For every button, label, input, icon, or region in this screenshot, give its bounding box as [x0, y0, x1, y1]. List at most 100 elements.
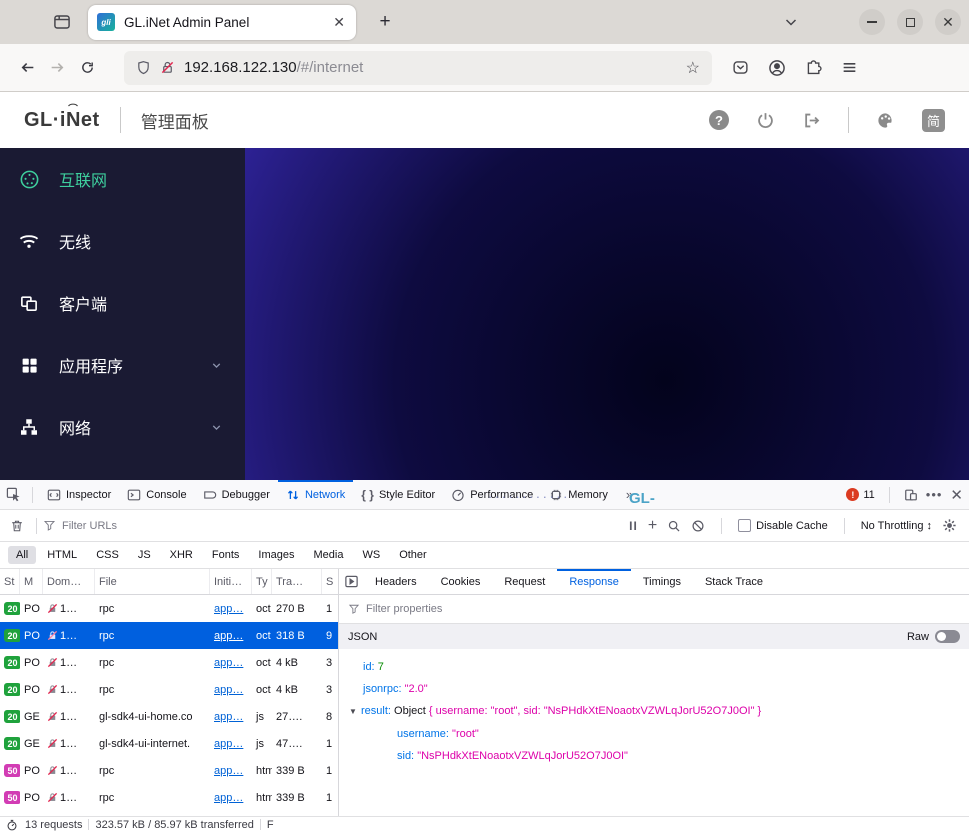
request-count[interactable]: 13 requests: [25, 819, 82, 831]
type-filter-css[interactable]: CSS: [88, 546, 127, 564]
sidebar-item-clients[interactable]: 客户端: [0, 272, 245, 334]
throttling-select[interactable]: No Throttling ↕: [861, 520, 932, 532]
initiator-link[interactable]: app…: [214, 792, 243, 804]
tab-debugger[interactable]: Debugger: [195, 480, 278, 509]
type-filter-other[interactable]: Other: [391, 546, 435, 564]
sidebar-item-internet[interactable]: 互联网: [0, 148, 245, 210]
transferred-cell: 4 kB: [276, 683, 299, 696]
table-row-selected[interactable]: 20 PO 1… rpc app… oct 318 B 9: [0, 622, 338, 649]
col-method[interactable]: M: [20, 569, 43, 594]
tab-network[interactable]: Network: [277, 480, 354, 509]
table-row[interactable]: 20 PO 1… rpc app… oct 4 kB 3: [0, 676, 338, 703]
col-type[interactable]: Ty: [252, 569, 272, 594]
tab-style-editor[interactable]: { } Style Editor: [353, 480, 443, 509]
initiator-link[interactable]: app…: [214, 738, 243, 750]
logout-icon[interactable]: [802, 111, 821, 130]
tab-console[interactable]: Console: [119, 480, 194, 509]
insecure-lock-icon: [47, 738, 58, 749]
initiator-link[interactable]: app…: [214, 603, 243, 615]
disable-cache-checkbox[interactable]: [738, 519, 752, 532]
col-file[interactable]: File: [95, 569, 210, 594]
tab-close-icon[interactable]: ✕: [331, 14, 347, 31]
filter-urls-input[interactable]: Filter URLs: [62, 520, 117, 532]
type-filter-media[interactable]: Media: [305, 546, 351, 564]
col-domain[interactable]: Dom…: [43, 569, 95, 594]
maximize-button[interactable]: [897, 9, 923, 35]
initiator-link[interactable]: app…: [214, 684, 243, 696]
insecure-lock-icon[interactable]: [160, 60, 175, 75]
type-filter-html[interactable]: HTML: [39, 546, 85, 564]
transferred-summary[interactable]: 323.57 kB / 85.97 kB transferred: [95, 819, 253, 831]
responsive-mode-icon[interactable]: [904, 488, 918, 502]
twisty-expanded-icon[interactable]: ▼: [349, 701, 361, 723]
url-bar[interactable]: 192.168.122.130/#/internet ☆: [124, 50, 712, 85]
reload-button[interactable]: [72, 53, 102, 83]
list-tabs-icon[interactable]: [783, 14, 799, 30]
forward-button[interactable]: [42, 53, 72, 83]
devtools-close-icon[interactable]: ✕: [950, 486, 963, 504]
table-row[interactable]: 20 PO 1… rpc app… oct 4 kB 3: [0, 649, 338, 676]
json-section-header[interactable]: JSON Raw: [339, 624, 969, 649]
shield-icon[interactable]: [136, 60, 151, 75]
error-count-badge[interactable]: ! 11: [846, 488, 875, 501]
raw-toggle[interactable]: [935, 630, 960, 643]
tab-headers[interactable]: Headers: [363, 569, 429, 594]
sidebar-item-wireless[interactable]: 无线: [0, 210, 245, 272]
clear-requests-trash-icon[interactable]: [4, 510, 30, 541]
theme-palette-icon[interactable]: [876, 111, 895, 130]
initiator-link[interactable]: app…: [214, 711, 243, 723]
menu-hamburger-icon[interactable]: [841, 59, 858, 76]
pause-icon[interactable]: II: [629, 519, 638, 533]
sidebar-item-network[interactable]: 网络: [0, 396, 245, 458]
reboot-power-icon[interactable]: [756, 111, 775, 130]
table-row[interactable]: 50 PO 1… rpc app… htm 339 B 1: [0, 784, 338, 811]
filter-properties-input[interactable]: Filter properties: [366, 603, 442, 615]
stream-play-icon[interactable]: [344, 574, 359, 589]
type-filter-xhr[interactable]: XHR: [162, 546, 201, 564]
throttling-label: No Throttling: [860, 519, 924, 532]
tab-stack-trace[interactable]: Stack Trace: [693, 569, 775, 594]
pocket-icon[interactable]: [732, 59, 749, 76]
col-size[interactable]: S: [322, 569, 338, 594]
table-row[interactable]: 20 GE 1… gl-sdk4-ui-home.co app… js 27….…: [0, 703, 338, 730]
type-filter-all[interactable]: All: [8, 546, 37, 564]
extensions-puzzle-icon[interactable]: [805, 59, 822, 76]
search-icon[interactable]: [667, 519, 681, 533]
initiator-link[interactable]: app…: [214, 765, 243, 777]
col-initiator[interactable]: Initi…: [210, 569, 252, 594]
col-transferred[interactable]: Tra…: [272, 569, 322, 594]
tab-response[interactable]: Response: [557, 569, 631, 594]
tab-request[interactable]: Request: [492, 569, 557, 594]
minimize-button[interactable]: [859, 9, 885, 35]
disable-cache-control[interactable]: Disable Cache: [738, 519, 828, 532]
type-filter-ws[interactable]: WS: [354, 546, 388, 564]
tab-inspector[interactable]: Inspector: [39, 480, 119, 509]
back-button[interactable]: [12, 53, 42, 83]
table-row[interactable]: 20 PO 1… rpc app… oct 270 B 1: [0, 595, 338, 622]
block-icon[interactable]: [691, 519, 705, 533]
devtools-menu-icon[interactable]: •••: [926, 487, 943, 502]
type-filter-images[interactable]: Images: [250, 546, 302, 564]
account-icon[interactable]: [768, 59, 786, 77]
type-filter-fonts[interactable]: Fonts: [204, 546, 248, 564]
initiator-link[interactable]: app…: [214, 630, 243, 642]
sidebar-item-applications[interactable]: 应用程序: [0, 334, 245, 396]
tab-timings[interactable]: Timings: [631, 569, 693, 594]
table-row[interactable]: 20 GE 1… gl-sdk4-ui-internet. app… js 47…: [0, 730, 338, 757]
new-tab-button[interactable]: +: [370, 11, 400, 33]
tab-cookies[interactable]: Cookies: [429, 569, 493, 594]
close-button[interactable]: ✕: [935, 9, 961, 35]
initiator-link[interactable]: app…: [214, 657, 243, 669]
table-row[interactable]: 50 PO 1… rpc app… htm 339 B 1: [0, 757, 338, 784]
firefox-view-icon[interactable]: [46, 6, 78, 38]
type-filter-js[interactable]: JS: [130, 546, 159, 564]
network-settings-gear-icon[interactable]: [942, 518, 957, 533]
new-request-icon[interactable]: +: [648, 517, 657, 535]
help-icon[interactable]: ?: [709, 110, 729, 130]
pick-element-icon[interactable]: [0, 480, 26, 509]
col-status[interactable]: St: [0, 569, 20, 594]
bookmark-star-icon[interactable]: ☆: [686, 58, 700, 78]
language-badge[interactable]: 简: [922, 108, 945, 132]
file-cell: rpc: [99, 683, 115, 696]
browser-tab[interactable]: gli GL.iNet Admin Panel ✕: [88, 4, 356, 40]
